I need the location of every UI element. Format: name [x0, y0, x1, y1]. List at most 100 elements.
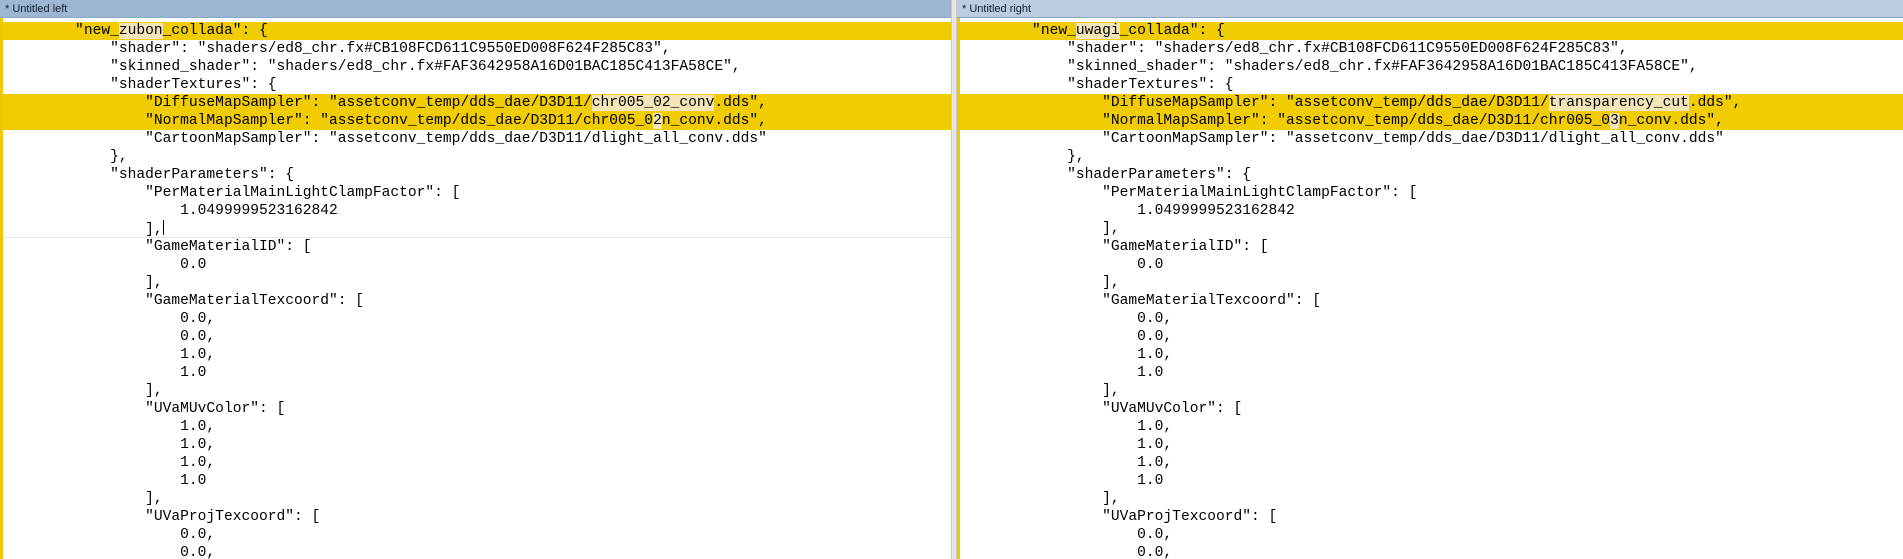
code-line[interactable]: ],	[3, 382, 951, 400]
code-line[interactable]: "skinned_shader": "shaders/ed8_chr.fx#FA…	[960, 58, 1903, 76]
code-line[interactable]: 0.0,	[960, 328, 1903, 346]
code-line[interactable]: 1.0499999523162842	[3, 202, 951, 220]
code-line[interactable]: ],	[3, 220, 951, 238]
code-text: 1.0	[5, 473, 207, 489]
changed-code-line[interactable]: "new_uwagi_collada": {	[960, 22, 1903, 40]
code-line[interactable]: },	[3, 148, 951, 166]
code-line[interactable]: "UVaMUvColor": [	[3, 400, 951, 418]
code-text: "GameMaterialID": [	[962, 239, 1269, 255]
code-line[interactable]: "GameMaterialTexcoord": [	[3, 292, 951, 310]
code-line[interactable]: 0.0,	[960, 526, 1903, 544]
code-line[interactable]: 0.0,	[960, 310, 1903, 328]
code-text: "UVaMUvColor": [	[5, 401, 286, 417]
code-text: "DiffuseMapSampler": "assetconv_temp/dds…	[5, 95, 592, 111]
code-line[interactable]: 1.0	[960, 472, 1903, 490]
changed-text-segment: 2	[653, 113, 662, 129]
code-line[interactable]: "CartoonMapSampler": "assetconv_temp/dds…	[960, 130, 1903, 148]
code-text: 0.0,	[5, 311, 216, 327]
code-line[interactable]: ],	[960, 382, 1903, 400]
code-line[interactable]: "GameMaterialTexcoord": [	[960, 292, 1903, 310]
code-text: ],	[962, 383, 1120, 399]
right-pane-title: * Untitled right	[957, 0, 1903, 18]
code-line[interactable]: 0.0,	[3, 526, 951, 544]
code-text: "DiffuseMapSampler": "assetconv_temp/dds…	[962, 95, 1549, 111]
right-editor[interactable]: "new_uwagi_collada": { "shader": "shader…	[960, 22, 1903, 559]
code-text: "UVaMUvColor": [	[962, 401, 1243, 417]
code-line[interactable]: 1.0,	[960, 346, 1903, 364]
code-line[interactable]: 0.0	[960, 256, 1903, 274]
code-line[interactable]: 1.0,	[960, 436, 1903, 454]
code-text: 1.0,	[962, 455, 1173, 471]
code-line[interactable]: 1.0,	[3, 436, 951, 454]
code-line[interactable]: 0.0,	[960, 544, 1903, 559]
changed-text-segment: transparency_cut	[1548, 95, 1689, 111]
code-text: 0.0,	[962, 545, 1173, 559]
code-line[interactable]: 0.0,	[3, 328, 951, 346]
changed-text-segment: chr005_02_conv	[591, 95, 715, 111]
changed-code-line[interactable]: "NormalMapSampler": "assetconv_temp/dds_…	[3, 112, 951, 130]
code-line[interactable]: 1.0,	[3, 418, 951, 436]
code-line[interactable]: "shaderTextures": {	[3, 76, 951, 94]
code-line[interactable]: "UVaProjTexcoord": [	[3, 508, 951, 526]
code-text: 1.0,	[962, 347, 1173, 363]
changed-code-line[interactable]: "DiffuseMapSampler": "assetconv_temp/dds…	[960, 94, 1903, 112]
code-line[interactable]: 1.0	[3, 472, 951, 490]
code-text: "PerMaterialMainLightClampFactor": [	[5, 185, 461, 201]
code-text: 1.0,	[5, 419, 216, 435]
code-line[interactable]: 1.0,	[3, 346, 951, 364]
code-line[interactable]: 0.0,	[3, 544, 951, 559]
changed-code-line[interactable]: "DiffuseMapSampler": "assetconv_temp/dds…	[3, 94, 951, 112]
code-line[interactable]: "UVaMUvColor": [	[960, 400, 1903, 418]
code-line[interactable]: ],	[960, 274, 1903, 292]
code-text: "GameMaterialID": [	[5, 239, 312, 255]
code-text: ],	[5, 491, 163, 507]
code-text: "PerMaterialMainLightClampFactor": [	[962, 185, 1418, 201]
code-line[interactable]: "shader": "shaders/ed8_chr.fx#CB108FCD61…	[3, 40, 951, 58]
code-line[interactable]: "shaderParameters": {	[960, 166, 1903, 184]
changed-text-segment: 3	[1610, 113, 1619, 129]
code-text: "shader": "shaders/ed8_chr.fx#CB108FCD61…	[962, 41, 1628, 57]
code-line[interactable]: "PerMaterialMainLightClampFactor": [	[960, 184, 1903, 202]
code-line[interactable]: 1.0499999523162842	[960, 202, 1903, 220]
code-line[interactable]: "skinned_shader": "shaders/ed8_chr.fx#FA…	[3, 58, 951, 76]
code-line[interactable]: ],	[960, 490, 1903, 508]
code-text: "new_	[962, 23, 1076, 39]
code-line[interactable]: "GameMaterialID": [	[960, 238, 1903, 256]
code-line[interactable]: 0.0	[3, 256, 951, 274]
code-text: 1.0	[962, 473, 1164, 489]
code-line[interactable]: "UVaProjTexcoord": [	[960, 508, 1903, 526]
right-pane[interactable]: * Untitled right "new_uwagi_collada": { …	[957, 0, 1903, 559]
code-text: "shaderTextures": {	[962, 77, 1234, 93]
code-text: 1.0,	[962, 419, 1173, 435]
code-line[interactable]: ],	[960, 220, 1903, 238]
code-text: 0.0,	[962, 329, 1173, 345]
code-text: "GameMaterialTexcoord": [	[5, 293, 365, 309]
code-line[interactable]: "shader": "shaders/ed8_chr.fx#CB108FCD61…	[960, 40, 1903, 58]
code-line[interactable]: "GameMaterialID": [	[3, 238, 951, 256]
code-line[interactable]: 1.0	[3, 364, 951, 382]
changed-code-line[interactable]: "new_zubon_collada": {	[3, 22, 951, 40]
code-line[interactable]: "shaderParameters": {	[3, 166, 951, 184]
code-line[interactable]: "PerMaterialMainLightClampFactor": [	[3, 184, 951, 202]
text-caret	[162, 220, 164, 235]
changed-code-line[interactable]: "NormalMapSampler": "assetconv_temp/dds_…	[960, 112, 1903, 130]
code-line[interactable]: 1.0,	[3, 454, 951, 472]
code-line[interactable]: "CartoonMapSampler": "assetconv_temp/dds…	[3, 130, 951, 148]
left-pane-title: * Untitled left	[0, 0, 951, 18]
code-line[interactable]: 1.0,	[960, 418, 1903, 436]
code-line[interactable]: },	[960, 148, 1903, 166]
left-editor[interactable]: "new_zubon_collada": { "shader": "shader…	[3, 22, 951, 559]
code-line[interactable]: 1.0,	[960, 454, 1903, 472]
code-text: _collada": {	[162, 23, 268, 39]
code-line[interactable]: "shaderTextures": {	[960, 76, 1903, 94]
code-text: "NormalMapSampler": "assetconv_temp/dds_…	[5, 113, 654, 129]
code-text: "skinned_shader": "shaders/ed8_chr.fx#FA…	[5, 59, 741, 75]
code-line[interactable]: ],	[3, 490, 951, 508]
code-line[interactable]: 1.0	[960, 364, 1903, 382]
code-text: 1.0499999523162842	[5, 203, 338, 219]
left-pane[interactable]: * Untitled left "new_zubon_collada": { "…	[0, 0, 951, 559]
code-text: ],	[962, 275, 1120, 291]
code-line[interactable]: 0.0,	[3, 310, 951, 328]
code-line[interactable]: ],	[3, 274, 951, 292]
code-text: 1.0,	[962, 437, 1173, 453]
